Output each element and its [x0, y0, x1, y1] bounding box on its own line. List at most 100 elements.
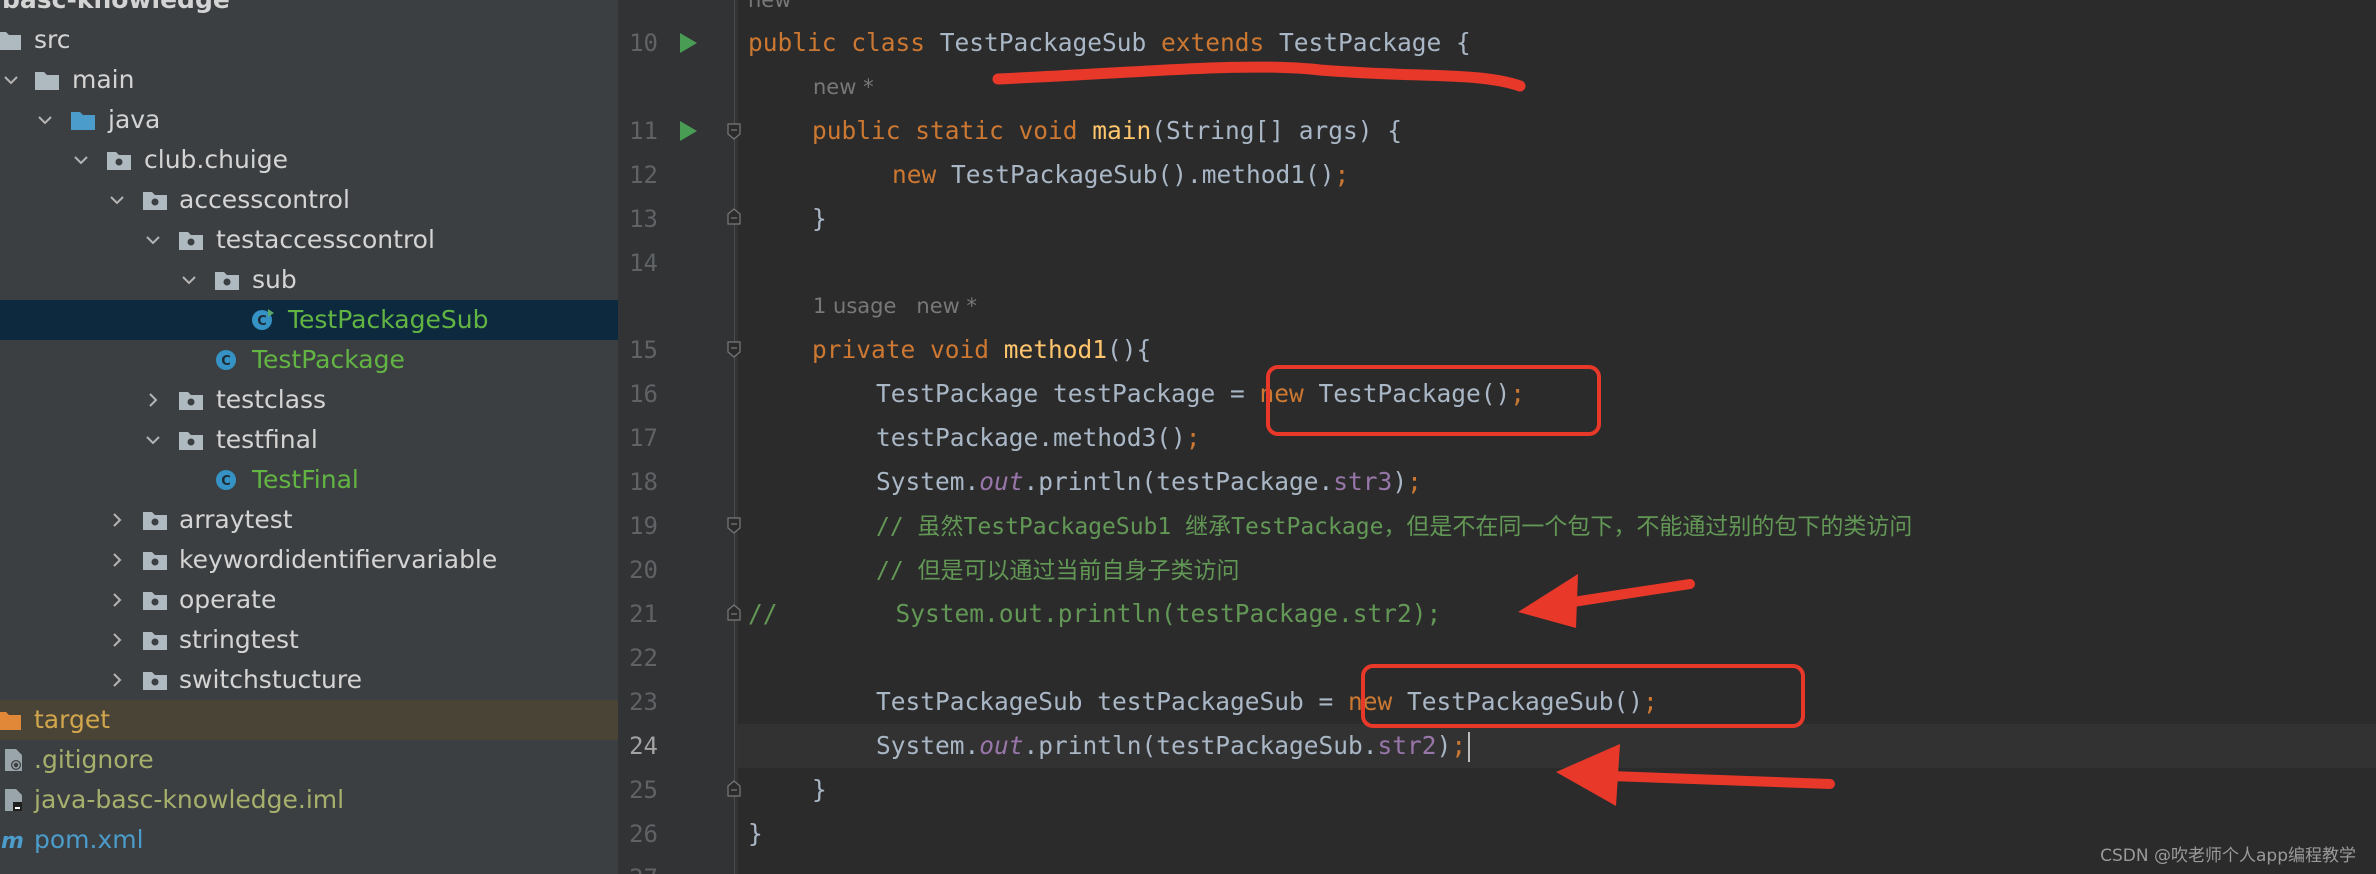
code-line-17[interactable]: testPackage.method3(); [876, 416, 1201, 460]
tree-item-label: java-basc-knowledge.iml [34, 785, 345, 814]
fold-icon[interactable] [725, 780, 743, 798]
maven-icon: m [1, 829, 24, 852]
line-number: 17 [629, 424, 658, 452]
tree-item-target[interactable]: target [0, 700, 618, 740]
tree-item-operate[interactable]: operate [0, 580, 618, 620]
inlay-hint-author[interactable]: new [748, 0, 791, 22]
tree-item-stringtest[interactable]: stringtest [0, 620, 618, 660]
code-line-21[interactable]: // System.out.println(testPackage.str2); [748, 592, 1441, 636]
tree-item-label: .gitignore [34, 745, 154, 774]
tree-item-testclass[interactable]: testclass [0, 380, 618, 420]
code-token: method1 [1003, 335, 1108, 364]
chevron-right-icon[interactable] [108, 511, 126, 529]
chevron-down-icon[interactable] [2, 71, 20, 89]
package-icon [143, 632, 167, 650]
tree-item-sub[interactable]: sub [0, 260, 618, 300]
tree-item-switchstucture[interactable]: switchstucture [0, 660, 618, 700]
code-editor[interactable]: new new * 1 usage new * 10 11 12 13 14 1… [618, 0, 2376, 874]
tree-item-gitignore[interactable]: .gitignore [0, 740, 618, 780]
code-token: TestPackageSub testPackageSub = [876, 687, 1349, 716]
line-number: 27 [618, 856, 658, 874]
tree-item-testfinal-class[interactable]: C TestFinal [0, 460, 618, 500]
code-line-24[interactable]: System.out.println(testPackageSub.str2); [876, 724, 1471, 768]
chevron-down-icon[interactable] [144, 231, 162, 249]
tree-root-label: basc-knowledge [2, 0, 230, 20]
chevron-right-icon[interactable] [108, 631, 126, 649]
tree-item-src[interactable]: src [0, 20, 618, 60]
code-token: public class [748, 28, 940, 57]
code-line-19[interactable]: // 虽然TestPackageSub1 继承TestPackage，但是不在同… [876, 504, 1912, 549]
svg-text:m: m [1, 829, 24, 852]
chevron-right-icon[interactable] [108, 671, 126, 689]
fold-icon[interactable] [725, 604, 743, 622]
code-token: main [1092, 116, 1152, 145]
code-line-11[interactable]: public static void main(String[] args) { [812, 109, 1402, 153]
svg-text:C: C [221, 354, 231, 369]
code-line-23[interactable]: TestPackageSub testPackageSub = new Test… [876, 680, 1658, 724]
folder-icon [35, 72, 59, 90]
line-number: 16 [629, 380, 658, 408]
code-line-18[interactable]: System.out.println(testPackage.str3); [876, 460, 1422, 504]
tree-item-label: src [34, 25, 71, 54]
tree-item-iml[interactable]: java-basc-knowledge.iml [0, 780, 618, 820]
chevron-right-icon[interactable] [108, 551, 126, 569]
run-icon[interactable] [678, 120, 698, 142]
chevron-down-icon[interactable] [108, 191, 126, 209]
line-number: 20 [629, 556, 658, 584]
line-number: 26 [629, 820, 658, 848]
source-folder-icon [71, 112, 95, 130]
code-line-16[interactable]: TestPackage testPackage = new TestPackag… [876, 372, 1525, 416]
package-icon [179, 432, 203, 450]
code-line-15[interactable]: private void method1(){ [812, 328, 1151, 372]
tree-item-label: testfinal [216, 425, 318, 454]
tree-item-accesscontrol[interactable]: accesscontrol [0, 180, 618, 220]
tree-item-arraytest[interactable]: arraytest [0, 500, 618, 540]
line-number: 22 [629, 644, 658, 672]
code-token: ; [1185, 423, 1201, 452]
run-icon[interactable] [678, 32, 698, 54]
tree-item-pom[interactable]: m pom.xml [0, 820, 618, 860]
module-icon [5, 789, 22, 811]
tree-item-testpackage[interactable]: C TestPackage [0, 340, 618, 380]
code-line-12[interactable]: new TestPackageSub().method1(); [892, 153, 1349, 197]
tree-item-club-chuige[interactable]: club.chuige [0, 140, 618, 180]
code-token: TestPackageSub().method1() [951, 160, 1335, 189]
chevron-down-icon[interactable] [144, 431, 162, 449]
tree-item-main[interactable]: main [0, 60, 618, 100]
chevron-right-icon[interactable] [144, 391, 162, 409]
fold-icon[interactable] [725, 516, 743, 534]
line-number-current: 24 [629, 732, 658, 760]
code-line-25[interactable]: } [812, 768, 827, 812]
chevron-down-icon[interactable] [72, 151, 90, 169]
code-token: new [1348, 687, 1408, 716]
fold-icon[interactable] [725, 122, 743, 140]
tree-item-label: TestPackage [252, 345, 405, 374]
svg-text:C: C [257, 314, 267, 329]
project-tree-panel: basc-knowledge src main java club.chuige… [0, 0, 618, 874]
tree-item-testfinal[interactable]: testfinal [0, 420, 618, 460]
code-token: System. [876, 731, 980, 760]
tree-item-keywordidentifiervariable[interactable]: keywordidentifiervariable [0, 540, 618, 580]
code-line-10[interactable]: public class TestPackageSub extends Test… [748, 21, 1471, 65]
tree-item-testpackagesub[interactable]: C TestPackageSub [0, 300, 618, 340]
line-number: 14 [629, 249, 658, 277]
excluded-folder-icon [0, 712, 21, 730]
code-token: } [812, 204, 827, 233]
inlay-hint-main[interactable]: new * [813, 65, 874, 109]
fold-icon[interactable] [725, 208, 743, 226]
chevron-right-icon[interactable] [108, 591, 126, 609]
tree-item-label: main [72, 65, 135, 94]
tree-root-row[interactable]: basc-knowledge [0, 0, 618, 20]
fold-icon[interactable] [725, 340, 743, 358]
code-line-26[interactable]: } [748, 812, 763, 856]
chevron-down-icon[interactable] [180, 271, 198, 289]
chevron-down-icon[interactable] [36, 111, 54, 129]
inlay-hint-method1[interactable]: 1 usage new * [813, 284, 977, 328]
tree-item-testaccesscontrol[interactable]: testaccesscontrol [0, 220, 618, 260]
code-token: ; [1510, 379, 1526, 408]
class-icon: C [252, 309, 274, 330]
tree-item-java[interactable]: java [0, 100, 618, 140]
code-token: str2 [1377, 731, 1437, 760]
code-line-13[interactable]: } [812, 197, 827, 241]
code-line-20[interactable]: // 但是可以通过当前自身子类访问 [876, 548, 1240, 593]
